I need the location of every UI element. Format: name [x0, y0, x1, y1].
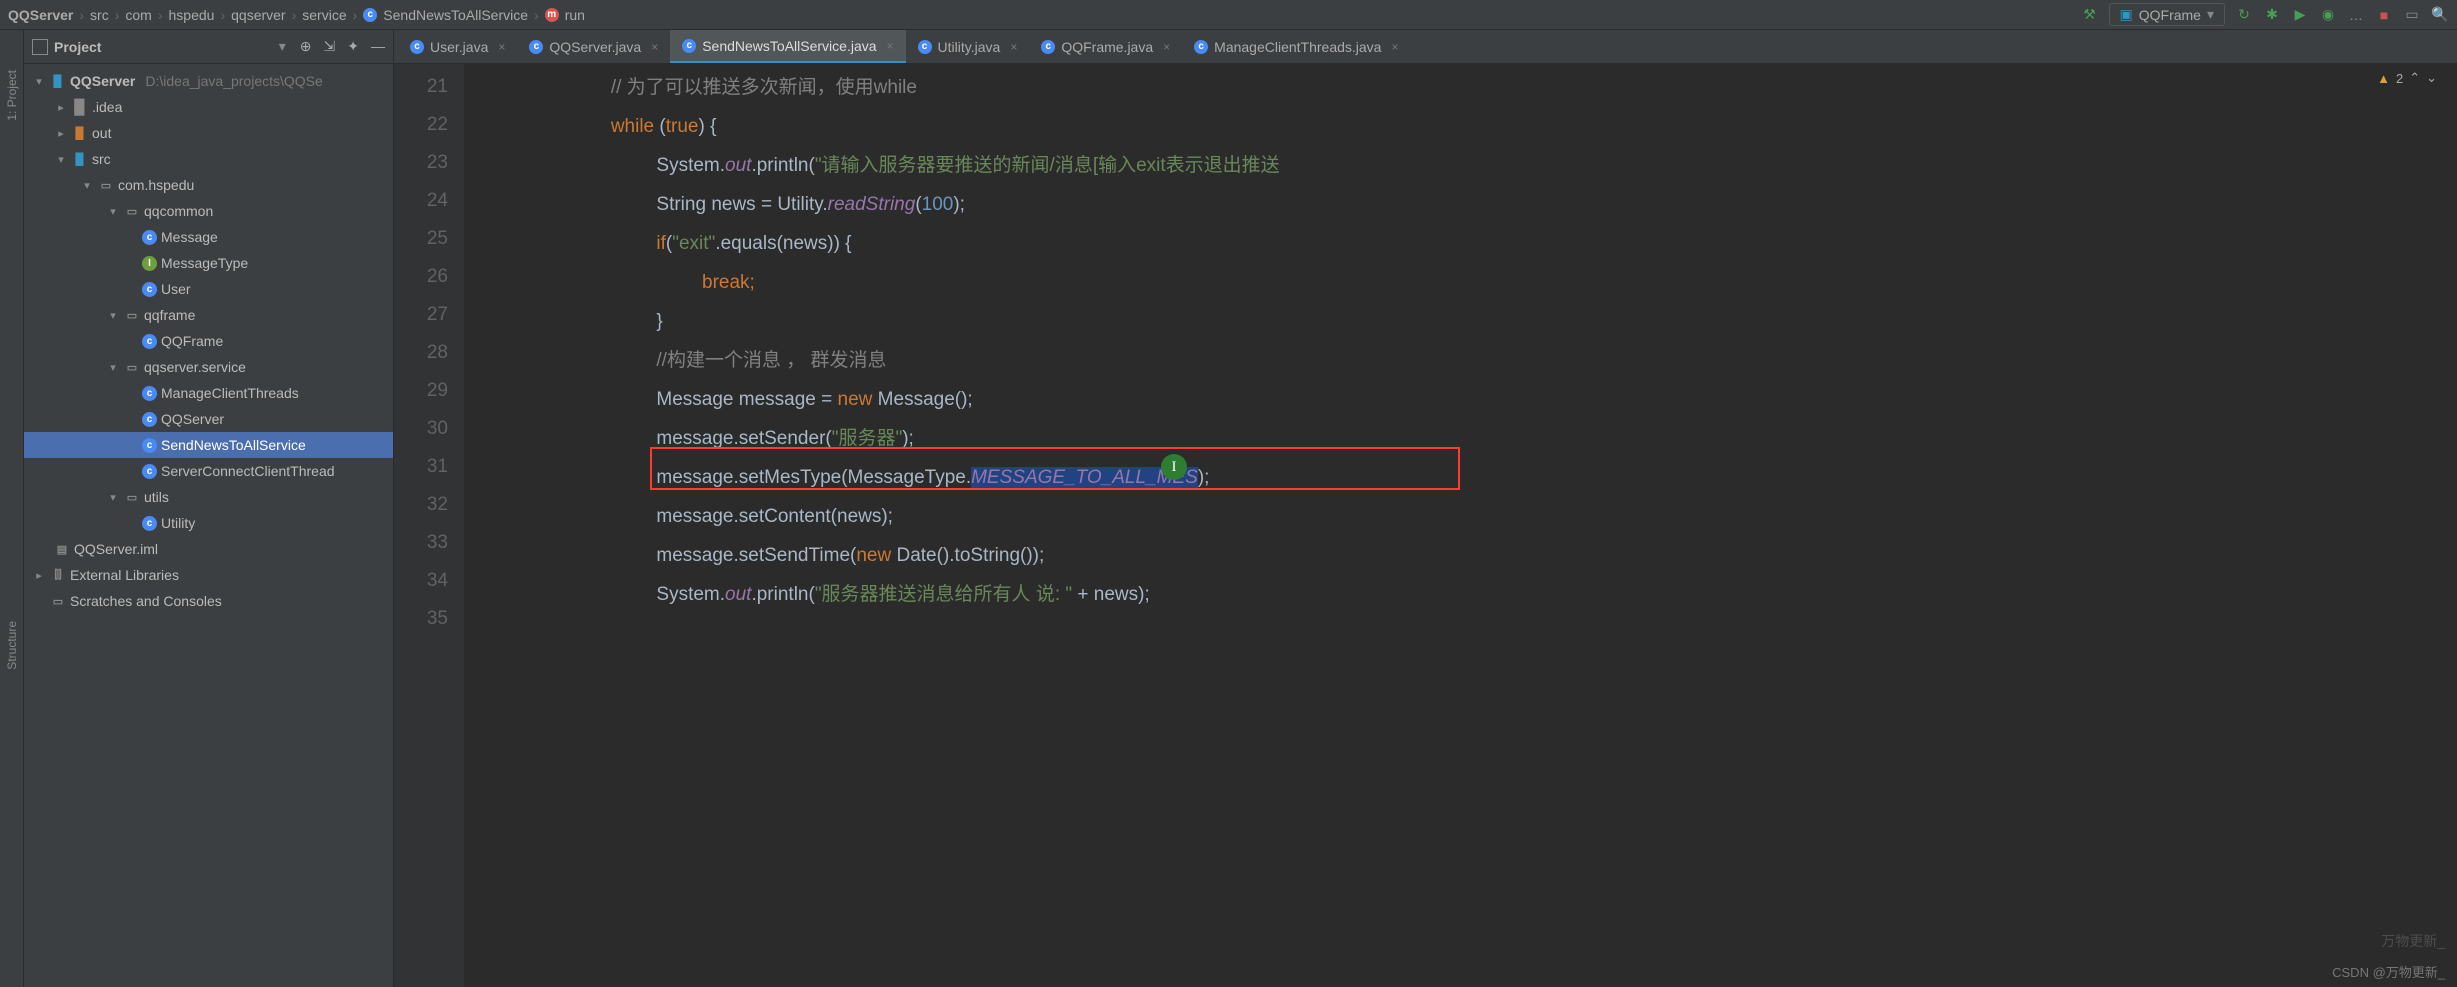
close-icon[interactable]: × — [1391, 40, 1398, 54]
left-tool-stripe: 1: Project Structure — [0, 30, 24, 987]
watermark-faint: 万物更新_ — [2381, 931, 2445, 951]
editor-area: cUser.java× cQQServer.java× cSendNewsToA… — [394, 30, 2457, 987]
tab-qqserver[interactable]: cQQServer.java× — [517, 30, 670, 63]
gutter: 212223 242526 272829 303132 333435 — [394, 64, 464, 987]
tree-utility[interactable]: cUtility — [24, 510, 393, 536]
project-icon — [32, 39, 48, 55]
breadcrumb: QQServer› src› com› hspedu› qqserver› se… — [8, 7, 2081, 23]
tab-mct[interactable]: cManageClientThreads.java× — [1182, 30, 1410, 63]
tree-user[interactable]: cUser — [24, 276, 393, 302]
top-bar: QQServer› src› com› hspedu› qqserver› se… — [0, 0, 2457, 30]
tree-com-hspedu[interactable]: ▾▭com.hspedu — [24, 172, 393, 198]
structure-tool-button[interactable]: Structure — [5, 621, 19, 670]
tab-qqframe[interactable]: cQQFrame.java× — [1029, 30, 1182, 63]
editor-tabs: cUser.java× cQQServer.java× cSendNewsToA… — [394, 30, 2457, 64]
editor-body[interactable]: 212223 242526 272829 303132 333435 ▲2⌃⌄ … — [394, 64, 2457, 987]
crumb-service[interactable]: service — [302, 7, 346, 23]
settings-icon[interactable]: ✦ — [347, 38, 359, 55]
tree-mct[interactable]: cManageClientThreads — [24, 380, 393, 406]
tree-qqcommon[interactable]: ▾▭qqcommon — [24, 198, 393, 224]
tree-qqserver-pkg[interactable]: ▾▭qqserver.service — [24, 354, 393, 380]
crumb-com[interactable]: com — [125, 7, 151, 23]
tree-ext-libs[interactable]: ▸⫿⫿External Libraries — [24, 562, 393, 588]
tree-scratches[interactable]: ▭Scratches and Consoles — [24, 588, 393, 614]
tree-iml[interactable]: ▤QQServer.iml — [24, 536, 393, 562]
tree-qqframe-cls[interactable]: cQQFrame — [24, 328, 393, 354]
close-icon[interactable]: × — [1010, 40, 1017, 54]
crumb-qqserver[interactable]: QQServer — [8, 7, 73, 23]
inspection-badge[interactable]: ▲2⌃⌄ — [2377, 70, 2437, 86]
tree-idea[interactable]: ▸▉.idea — [24, 94, 393, 120]
run-config-label: QQFrame — [2139, 7, 2201, 23]
tree-messagetype[interactable]: IMessageType — [24, 250, 393, 276]
project-panel-header: Project ▾ ⊕ ⇲ ✦ — — [24, 30, 393, 64]
build-icon[interactable]: ⚒ — [2081, 6, 2099, 24]
tab-sendnews[interactable]: cSendNewsToAllService.java× — [670, 30, 905, 63]
tree-out[interactable]: ▸▉out — [24, 120, 393, 146]
coverage-icon[interactable]: ▶ — [2291, 6, 2309, 24]
locate-icon[interactable]: ⊕ — [300, 38, 312, 55]
project-panel: Project ▾ ⊕ ⇲ ✦ — ▾▉QQServerD:\idea_java… — [24, 30, 394, 987]
close-icon[interactable]: × — [1163, 40, 1170, 54]
search-icon[interactable]: 🔍 — [2431, 6, 2449, 24]
tree-src[interactable]: ▾▉src — [24, 146, 393, 172]
attach-icon[interactable]: … — [2347, 6, 2365, 24]
main-toolbar: ⚒ ▣ QQFrame ▾ ↻ ✱ ▶ ◉ … ■ ▭ 🔍 — [2081, 3, 2450, 26]
crumb-hspedu[interactable]: hspedu — [169, 7, 215, 23]
panel-title: Project — [54, 39, 279, 55]
text-cursor-indicator: I — [1161, 454, 1187, 480]
git-icon[interactable]: ▭ — [2403, 6, 2421, 24]
hide-panel-icon[interactable]: — — [371, 38, 385, 55]
tree-root[interactable]: ▾▉QQServerD:\idea_java_projects\QQSe — [24, 68, 393, 94]
tree-qqframe-pkg[interactable]: ▾▭qqframe — [24, 302, 393, 328]
tab-user[interactable]: cUser.java× — [398, 30, 517, 63]
tree-sendnews[interactable]: cSendNewsToAllService — [24, 432, 393, 458]
crumb-method[interactable]: mrun — [545, 7, 585, 23]
watermark: CSDN @万物更新_ — [2332, 962, 2445, 981]
profile-icon[interactable]: ◉ — [2319, 6, 2337, 24]
project-tree[interactable]: ▾▉QQServerD:\idea_java_projects\QQSe ▸▉.… — [24, 64, 393, 987]
close-icon[interactable]: × — [651, 40, 658, 54]
stop-icon[interactable]: ■ — [2375, 6, 2393, 24]
run-config-select[interactable]: ▣ QQFrame ▾ — [2109, 3, 2226, 26]
crumb-src[interactable]: src — [90, 7, 109, 23]
tree-message[interactable]: cMessage — [24, 224, 393, 250]
code-editor[interactable]: // 为了可以推送多次新闻，使用while while (true) { Sys… — [464, 64, 2457, 618]
project-tool-button[interactable]: 1: Project — [5, 70, 19, 121]
debug-icon[interactable]: ✱ — [2263, 6, 2281, 24]
tree-utils[interactable]: ▾▭utils — [24, 484, 393, 510]
crumb-qqserverpkg[interactable]: qqserver — [231, 7, 285, 23]
tree-scct[interactable]: cServerConnectClientThread — [24, 458, 393, 484]
close-icon[interactable]: × — [498, 40, 505, 54]
crumb-class[interactable]: cSendNewsToAllService — [363, 7, 528, 23]
tab-utility[interactable]: cUtility.java× — [906, 30, 1030, 63]
close-icon[interactable]: × — [887, 39, 894, 53]
run-icon[interactable]: ↻ — [2235, 6, 2253, 24]
tree-qqserver-cls[interactable]: cQQServer — [24, 406, 393, 432]
expand-icon[interactable]: ⇲ — [324, 38, 336, 55]
